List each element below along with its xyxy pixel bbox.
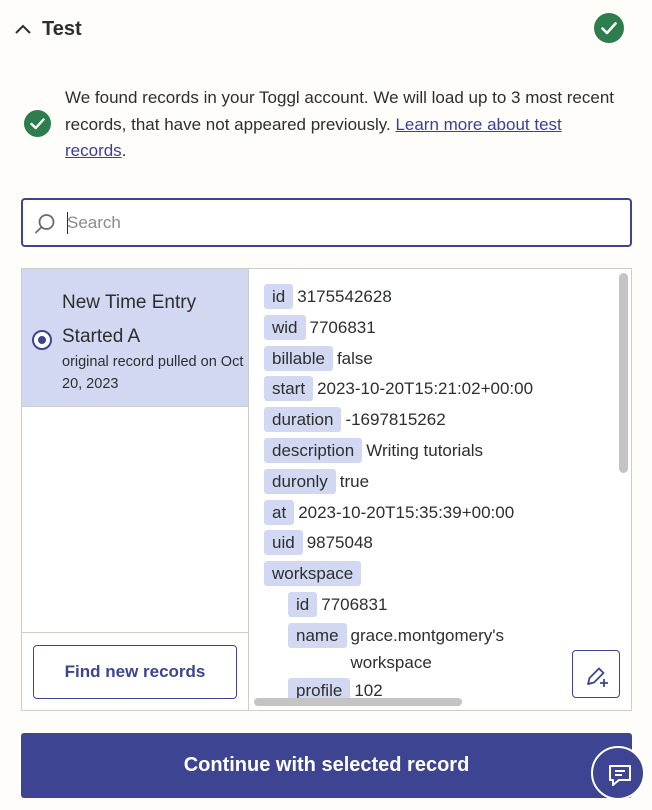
field-row: duronly true: [264, 468, 614, 500]
test-section-header[interactable]: Test: [0, 0, 652, 62]
edit-data-button[interactable]: [572, 650, 620, 698]
field-key: id: [288, 591, 318, 617]
field-value: 7706831: [309, 317, 376, 337]
edit-plus-icon: [587, 667, 608, 687]
vertical-scrollbar[interactable]: [619, 273, 628, 473]
field-key: duronly: [264, 468, 336, 494]
records-found-message: We found records in your Toggl account. …: [65, 88, 615, 160]
record-list-footer: Find new records: [22, 632, 248, 710]
field-value: Writing tutorials: [366, 440, 484, 460]
field-value: -1697815262: [345, 410, 446, 430]
records-panel: New Time Entry Started A original record…: [21, 268, 632, 711]
field-list: id 3175542628 wid 7706831 billable false st…: [264, 284, 614, 709]
record-list: New Time Entry Started A original record…: [22, 269, 249, 710]
field-value: 2023-10-20T15:35:39+00:00: [298, 502, 515, 522]
field-key: id: [264, 284, 294, 309]
field-value: 3175542628: [297, 287, 392, 306]
field-value: 2023-10-20T15:21:02+00:00: [317, 379, 534, 399]
field-key: wid: [264, 314, 306, 340]
field-row: at 2023-10-20T15:35:39+00:00: [264, 499, 614, 531]
record-item-selected[interactable]: New Time Entry Started A original record…: [22, 269, 248, 407]
search-input[interactable]: [67, 208, 607, 238]
nested-field-row: id 7706831: [264, 591, 614, 623]
horizontal-scrollbar[interactable]: [254, 698, 462, 706]
field-value: grace.montgomery's workspace: [350, 625, 505, 672]
field-row-workspace: workspace: [264, 561, 614, 592]
field-key: start: [264, 376, 314, 402]
chat-button[interactable]: [591, 746, 645, 800]
field-row: uid 9875048: [264, 530, 614, 561]
record-radio[interactable]: [32, 330, 52, 350]
field-value: 9875048: [306, 533, 373, 553]
check-circle-icon: [594, 13, 624, 43]
field-row: wid 7706831: [264, 314, 614, 346]
nested-field-row: name grace.montgomery's workspace: [264, 622, 614, 678]
field-key: description: [264, 437, 363, 463]
field-row: billable false: [264, 345, 614, 377]
record-subtitle: original record pulled on Oct 20, 2023: [62, 354, 244, 392]
field-value: false: [336, 348, 373, 368]
field-value: 7706831: [321, 594, 388, 614]
continue-with-selected-record-button[interactable]: Continue with selected record: [21, 733, 632, 798]
field-row: start 2023-10-20T15:21:02+00:00: [264, 376, 614, 407]
field-row: id 3175542628: [264, 284, 614, 315]
search-field[interactable]: [21, 198, 632, 247]
record-details[interactable]: id 3175542628 wid 7706831 billable false st…: [250, 269, 631, 710]
field-value: true: [339, 471, 370, 491]
field-key: duration: [264, 407, 342, 433]
field-key: name: [288, 622, 347, 648]
record-title: New Time Entry Started A: [62, 292, 197, 347]
field-row: description Writing tutorials: [264, 437, 614, 469]
section-title: Test: [42, 18, 82, 40]
field-key: at: [264, 499, 295, 525]
field-key: workspace: [264, 561, 362, 587]
success-check-icon: [24, 110, 51, 137]
find-new-records-button[interactable]: Find new records: [33, 645, 237, 699]
chat-icon: [609, 765, 631, 786]
chevron-up-icon[interactable]: [14, 22, 32, 36]
field-key: billable: [264, 345, 333, 371]
field-row: duration -1697815262: [264, 407, 614, 438]
search-icon: [35, 214, 55, 234]
field-key: uid: [264, 530, 303, 556]
